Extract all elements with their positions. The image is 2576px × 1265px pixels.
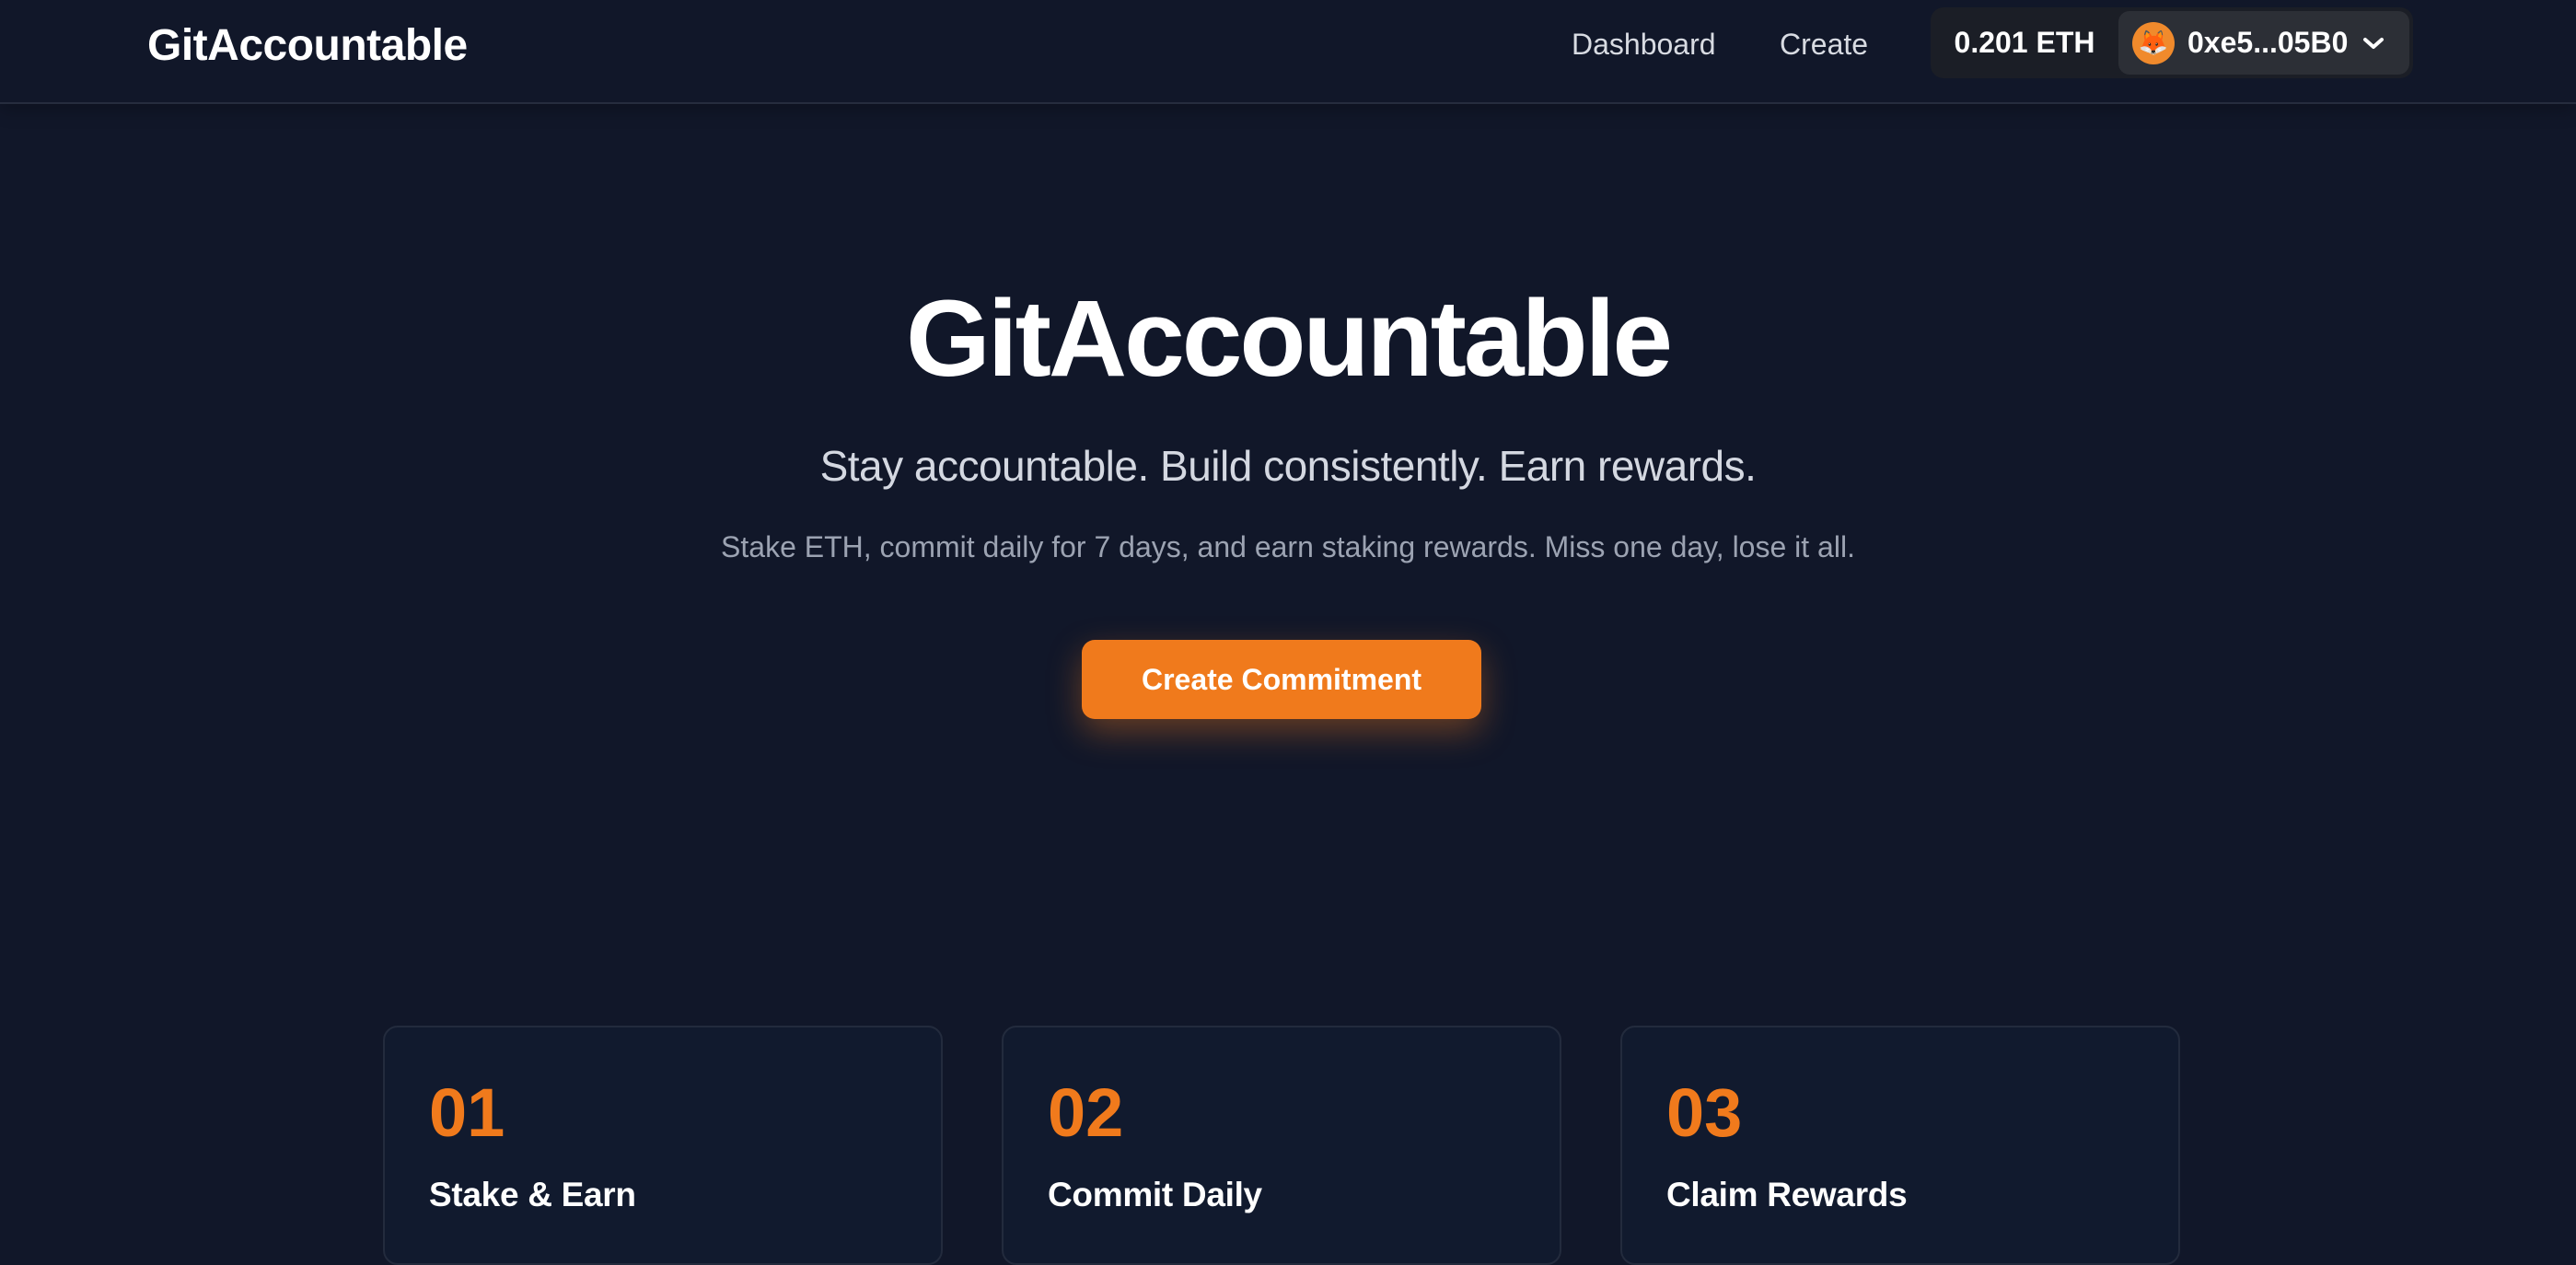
step-title: Commit Daily: [1048, 1176, 1262, 1213]
step-card-claim: 03 Claim Rewards: [1620, 1026, 2180, 1265]
wallet-address: 0xe5...05B0: [2187, 26, 2349, 59]
wallet-balance[interactable]: 0.201 ETH: [1931, 7, 2118, 78]
step-title: Claim Rewards: [1666, 1176, 1908, 1213]
step-card-commit: 02 Commit Daily: [1002, 1026, 1561, 1265]
brand-logo[interactable]: GitAccountable: [147, 20, 468, 72]
wallet-widget: 0.201 ETH 🦊 0xe5...05B0: [1931, 7, 2413, 78]
hero-tagline: Stay accountable. Build consistently. Ea…: [819, 442, 1757, 490]
nav-create-link[interactable]: Create: [1780, 24, 1868, 64]
nav-dashboard-link[interactable]: Dashboard: [1572, 24, 1716, 64]
step-number: 03: [1666, 1074, 1743, 1151]
hero-description: Stake ETH, commit daily for 7 days, and …: [721, 530, 1855, 563]
step-number: 02: [1048, 1074, 1124, 1151]
step-number: 01: [429, 1074, 505, 1151]
account-dropdown-button[interactable]: 🦊 0xe5...05B0: [2118, 11, 2409, 75]
fox-icon: 🦊: [2132, 21, 2175, 64]
hero-title: GitAccountable: [906, 278, 1673, 400]
create-commitment-button[interactable]: Create Commitment: [1082, 640, 1481, 719]
step-card-stake: 01 Stake & Earn: [383, 1026, 943, 1265]
chevron-down-icon: [2361, 30, 2386, 56]
step-title: Stake & Earn: [429, 1176, 636, 1213]
top-navbar: GitAccountable Dashboard Create 0.201 ET…: [0, 0, 2576, 104]
